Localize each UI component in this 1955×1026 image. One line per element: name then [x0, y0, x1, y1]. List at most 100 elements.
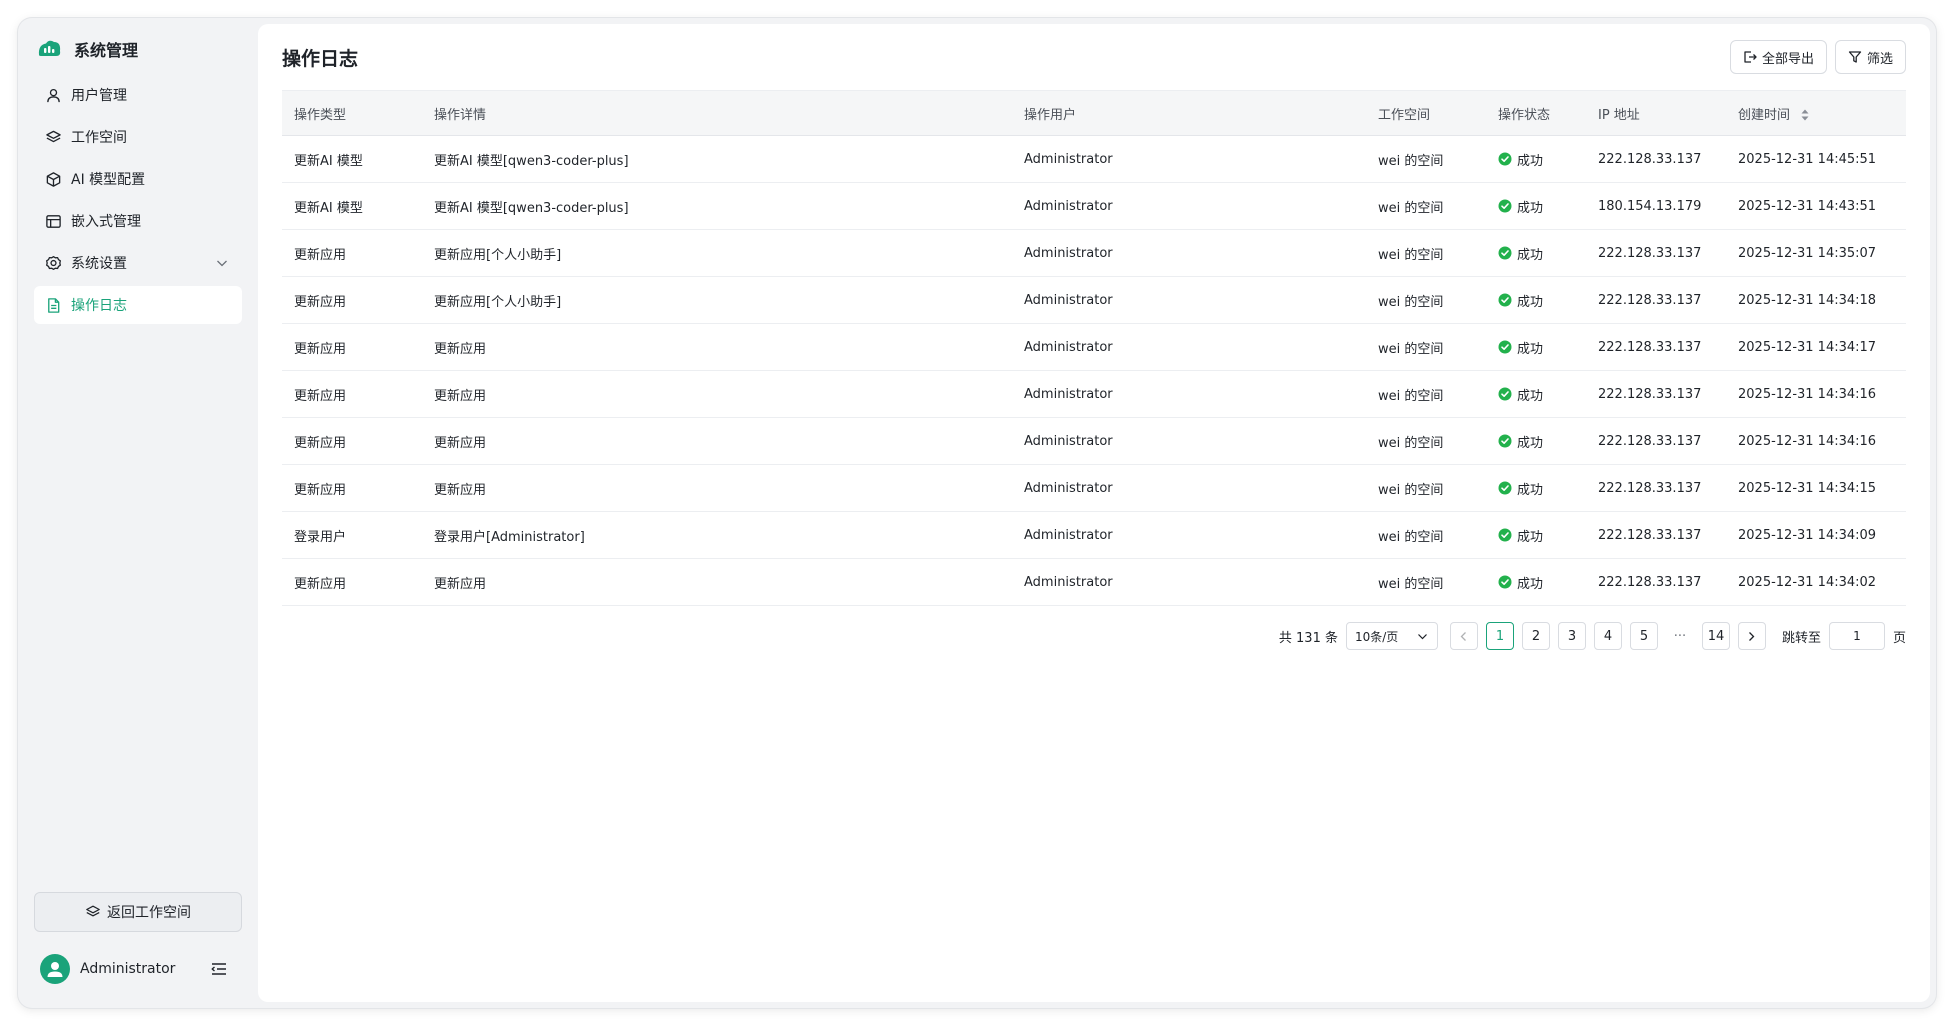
status-text: 成功: [1517, 576, 1544, 592]
cell-detail: 更新应用[个人小助手]: [434, 247, 562, 263]
cell-detail: 更新应用[个人小助手]: [434, 294, 562, 310]
sidebar-item-workspace[interactable]: 工作空间: [34, 118, 242, 156]
cell-detail: 更新AI 模型[qwen3-coder-plus]: [434, 200, 629, 216]
col-header-created-time-label: 创建时间: [1738, 107, 1791, 123]
export-all-label: 全部导出: [1761, 51, 1814, 67]
table-row[interactable]: 登录用户 登录用户[Administrator] Administrator wei …: [282, 512, 1906, 559]
page-button-3[interactable]: 3: [1557, 622, 1586, 650]
export-icon: [1744, 51, 1757, 63]
page-button-last[interactable]: 14: [1701, 622, 1730, 650]
col-header-ip: IP 地址: [1598, 107, 1640, 123]
table-row[interactable]: 更新应用 更新应用 Administrator wei 的空间 成功 222.128.33…: [282, 418, 1906, 465]
cell-user: Administrator: [1024, 574, 1113, 590]
cell-workspace: wei 的空间: [1378, 341, 1444, 357]
layers-icon: [86, 905, 100, 917]
cell-user: Administrator: [1024, 386, 1113, 402]
user-avatar-icon: [47, 962, 63, 977]
table-row[interactable]: 更新应用 更新应用 Administrator wei 的空间 成功 222.128.33…: [282, 559, 1906, 606]
sidebar-item-label: 工作空间: [71, 130, 127, 146]
success-check-icon: [1498, 387, 1512, 401]
success-check-icon: [1498, 340, 1512, 354]
page-size-select[interactable]: 10条/页: [1345, 622, 1438, 650]
col-header-status: 操作状态: [1498, 107, 1551, 123]
cell-user: Administrator: [1024, 245, 1113, 261]
cell-workspace: wei 的空间: [1378, 294, 1444, 310]
cell-ip: 180.154.13.179: [1598, 198, 1702, 214]
user-profile[interactable]: Administrator: [40, 953, 236, 985]
export-all-button[interactable]: 全部导出: [1729, 40, 1827, 74]
sidebar-item-settings[interactable]: 系统设置: [34, 244, 242, 282]
page-button-2[interactable]: 2: [1521, 622, 1550, 650]
avatar[interactable]: [40, 954, 70, 984]
table-row[interactable]: 更新应用 更新应用 Administrator wei 的空间 成功 222.128.33…: [282, 324, 1906, 371]
table-row[interactable]: 更新应用 更新应用 Administrator wei 的空间 成功 222.128.33…: [282, 371, 1906, 418]
status-text: 成功: [1517, 435, 1544, 451]
jump-to-page-input[interactable]: [1828, 622, 1885, 650]
sidebar-item-embed[interactable]: 嵌入式管理: [34, 202, 242, 240]
page-button-4[interactable]: 4: [1593, 622, 1622, 650]
cell-detail: 更新应用: [434, 482, 487, 498]
table-row[interactable]: 更新AI 模型 更新AI 模型[qwen3-coder-plus] Administ…: [282, 183, 1906, 230]
page-ellipsis[interactable]: ···: [1666, 629, 1694, 644]
cell-type: 更新应用: [294, 247, 347, 263]
table-row[interactable]: 更新应用 更新应用 Administrator wei 的空间 成功 222.128.33…: [282, 465, 1906, 512]
sidebar-item-label: 用户管理: [71, 88, 127, 104]
cell-status: 成功: [1486, 244, 1586, 263]
cell-ip: 222.128.33.137: [1598, 151, 1702, 167]
success-check-icon: [1498, 528, 1512, 542]
sidebar-menu: 用户管理 工作空间 AI 模型配置 嵌入式管理 系统设置 操作日志: [34, 76, 242, 328]
cell-status: 成功: [1486, 432, 1586, 451]
sidebar-item-operation-log[interactable]: 操作日志: [34, 286, 242, 324]
cell-type: 更新应用: [294, 435, 347, 451]
collapse-sidebar-icon[interactable]: [210, 960, 228, 978]
sidebar-item-users[interactable]: 用户管理: [34, 76, 242, 114]
table-row[interactable]: 更新应用 更新应用[个人小助手] Administrator wei 的空间 成功 222…: [282, 277, 1906, 324]
chevron-left-icon: [1461, 631, 1467, 641]
next-page-button[interactable]: [1737, 622, 1766, 650]
cell-status: 成功: [1486, 150, 1586, 169]
cell-created-time: 2025-12-31 14:45:51: [1738, 151, 1877, 167]
cell-status: 成功: [1486, 197, 1586, 216]
back-button-label: 返回工作空间: [107, 905, 191, 921]
cell-status: 成功: [1486, 338, 1586, 357]
sidebar-item-ai-model[interactable]: AI 模型配置: [34, 160, 242, 198]
sidebar-item-label: AI 模型配置: [71, 172, 146, 188]
table-row[interactable]: 更新AI 模型 更新AI 模型[qwen3-coder-plus] Administ…: [282, 136, 1906, 183]
cell-status: 成功: [1486, 291, 1586, 310]
table-row[interactable]: 更新应用 更新应用[个人小助手] Administrator wei 的空间 成功 222…: [282, 230, 1906, 277]
col-header-type: 操作类型: [294, 107, 347, 123]
status-text: 成功: [1517, 200, 1544, 216]
page-button-5[interactable]: 5: [1629, 622, 1658, 650]
sort-icon[interactable]: [1800, 108, 1810, 122]
success-check-icon: [1498, 575, 1512, 589]
col-header-created-time[interactable]: 创建时间: [1726, 104, 1906, 123]
cell-ip: 222.128.33.137: [1598, 433, 1702, 449]
user-name: Administrator: [80, 961, 176, 977]
cell-workspace: wei 的空间: [1378, 576, 1444, 592]
filter-button[interactable]: 筛选: [1834, 40, 1906, 74]
cell-created-time: 2025-12-31 14:34:15: [1738, 480, 1877, 496]
layers-icon: [44, 128, 62, 146]
success-check-icon: [1498, 246, 1512, 260]
back-to-workspace-button[interactable]: 返回工作空间: [34, 892, 242, 932]
cell-created-time: 2025-12-31 14:34:16: [1738, 386, 1877, 402]
cell-created-time: 2025-12-31 14:34:16: [1738, 433, 1877, 449]
cell-type: 更新AI 模型: [294, 153, 363, 169]
prev-page-button[interactable]: [1449, 622, 1478, 650]
page-size-value: 10条/页: [1354, 629, 1399, 644]
success-check-icon: [1498, 152, 1512, 166]
pagination: 共 131 条 10条/页 1 2 3 4 5 ··· 14 跳转至 页: [1279, 622, 1906, 650]
cell-workspace: wei 的空间: [1378, 435, 1444, 451]
cell-ip: 222.128.33.137: [1598, 386, 1702, 402]
chevron-down-icon[interactable]: [214, 255, 230, 271]
page-button-1[interactable]: 1: [1485, 622, 1514, 650]
cell-detail: 登录用户[Administrator]: [434, 529, 585, 545]
col-header-user: 操作用户: [1024, 107, 1077, 123]
cell-status: 成功: [1486, 385, 1586, 404]
cell-user: Administrator: [1024, 151, 1113, 167]
chevron-down-icon: [1418, 634, 1427, 640]
cell-workspace: wei 的空间: [1378, 529, 1444, 545]
logo-icon: [38, 40, 61, 56]
sidebar-item-label: 嵌入式管理: [71, 214, 141, 230]
cell-type: 登录用户: [294, 529, 347, 545]
